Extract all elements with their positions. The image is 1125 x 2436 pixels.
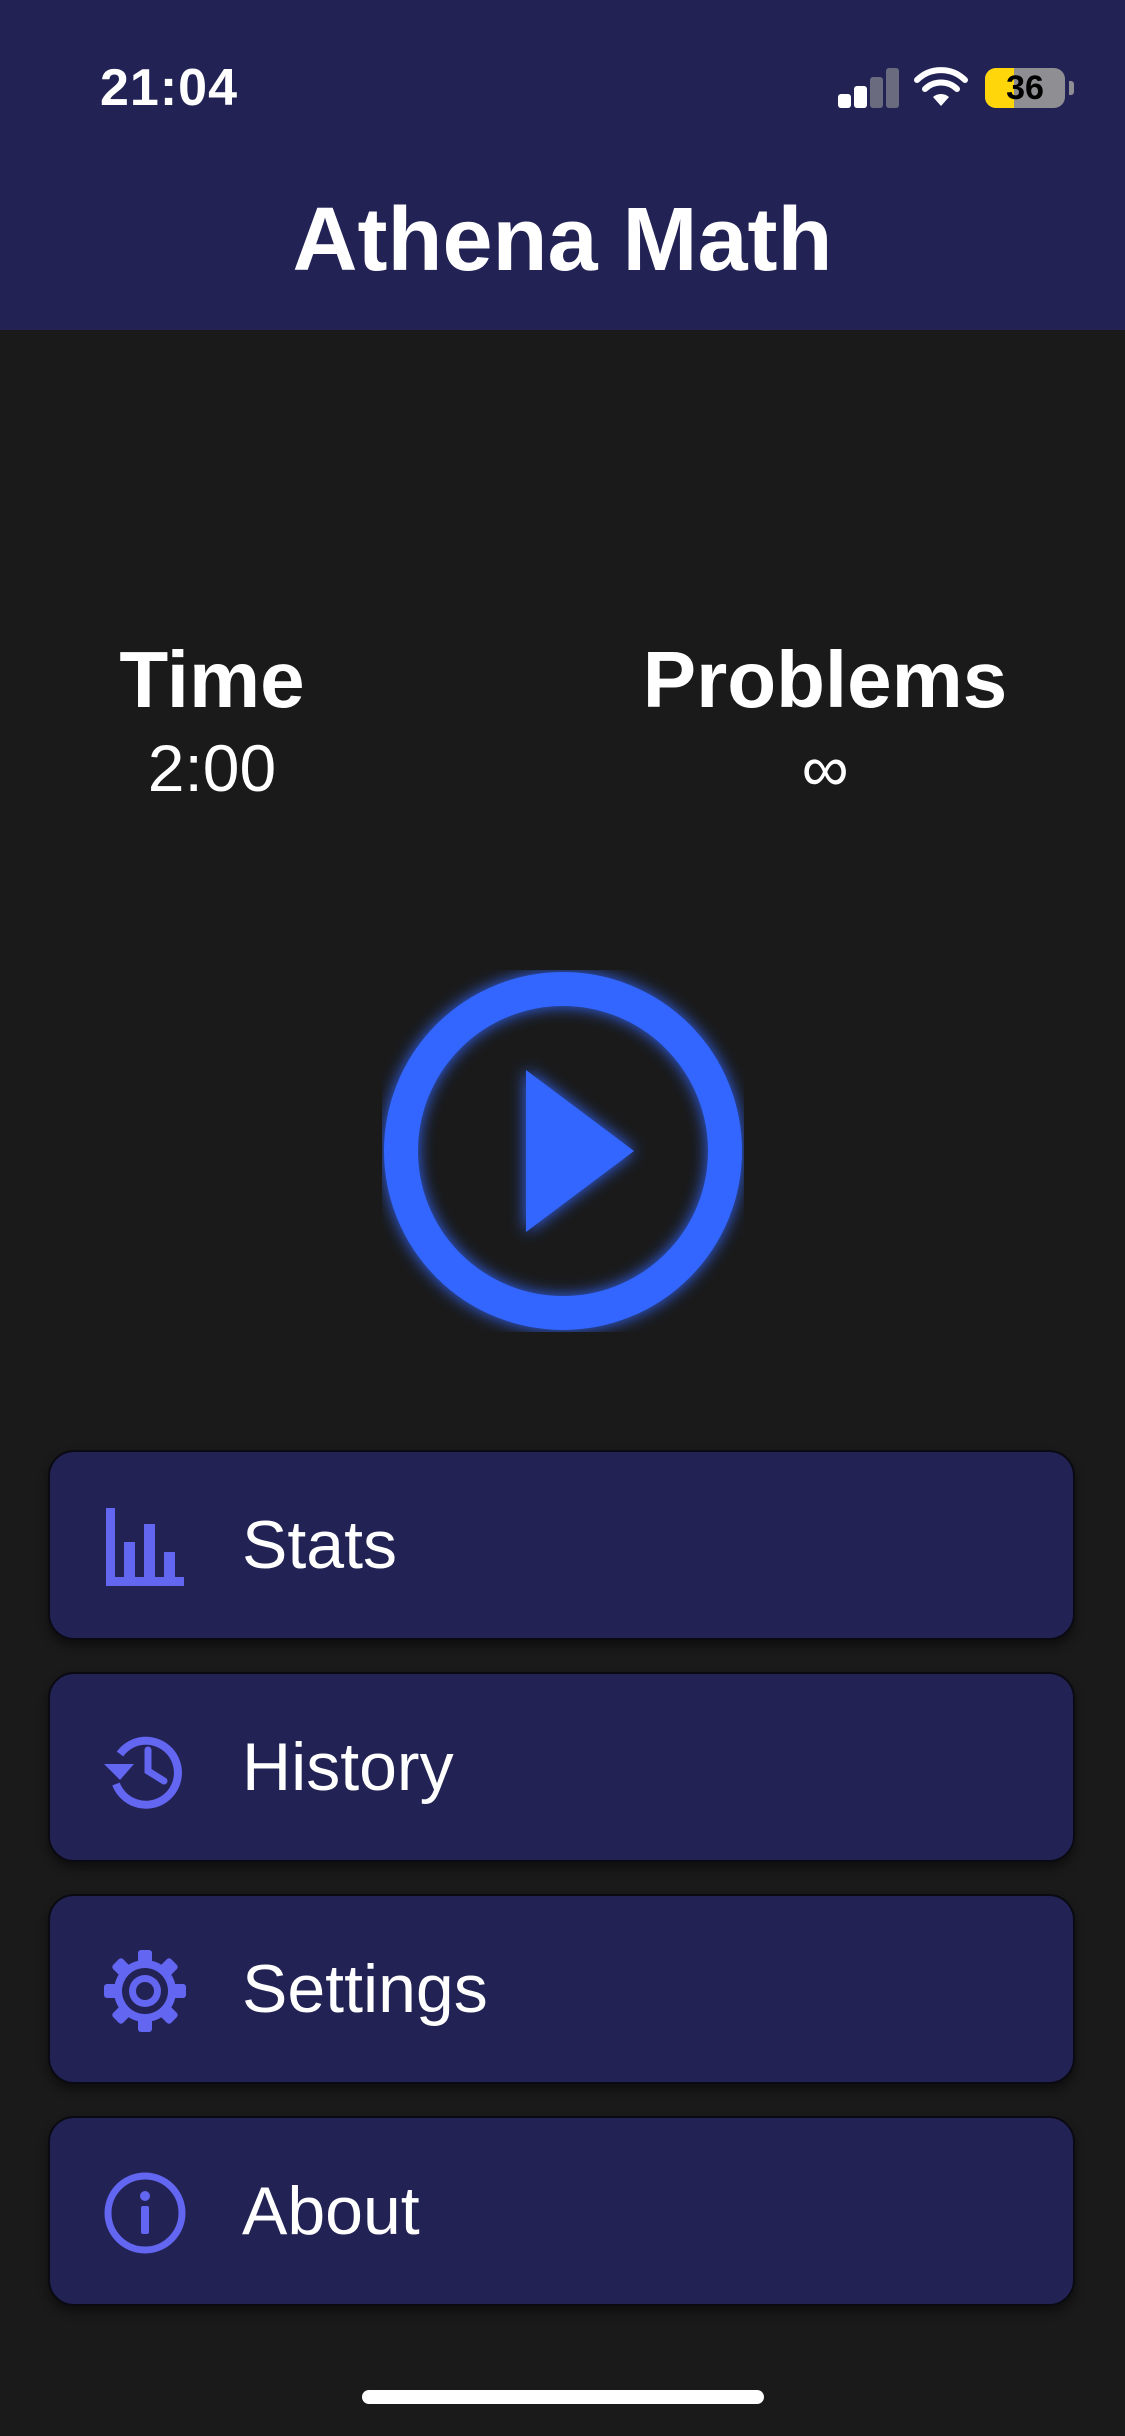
play-button[interactable] — [382, 970, 744, 1332]
about-button[interactable]: About — [48, 2116, 1075, 2306]
problems-setting: Problems ∞ — [600, 632, 1050, 808]
history-button[interactable]: History — [48, 1672, 1075, 1862]
stats-label: Stats — [242, 1507, 397, 1583]
time-setting: Time 2:00 — [62, 632, 362, 808]
home-indicator[interactable] — [362, 2390, 764, 2404]
battery-level: 36 — [1006, 69, 1044, 107]
settings-label: Settings — [242, 1951, 488, 2027]
time-label: Time — [119, 635, 305, 724]
about-label: About — [242, 2173, 420, 2249]
battery-icon: 36 — [985, 68, 1074, 108]
time-value: 2:00 — [147, 731, 277, 805]
history-label: History — [242, 1729, 454, 1805]
app-header: 21:04 36 Athena Math — [0, 0, 1125, 330]
page-title: Athena Math — [292, 190, 833, 290]
status-time: 21:04 — [100, 59, 238, 117]
problems-value: ∞ — [801, 731, 849, 805]
info-icon — [104, 2172, 186, 2254]
settings-button[interactable]: Settings — [48, 1894, 1075, 2084]
wifi-icon — [914, 67, 968, 106]
problems-label: Problems — [642, 635, 1008, 724]
stats-button[interactable]: Stats — [48, 1450, 1075, 1640]
bar-chart-icon — [106, 1508, 184, 1586]
history-icon — [104, 1736, 182, 1809]
play-circle-icon — [384, 972, 742, 1330]
gear-icon — [104, 1950, 186, 2032]
cellular-signal-icon — [838, 66, 900, 108]
